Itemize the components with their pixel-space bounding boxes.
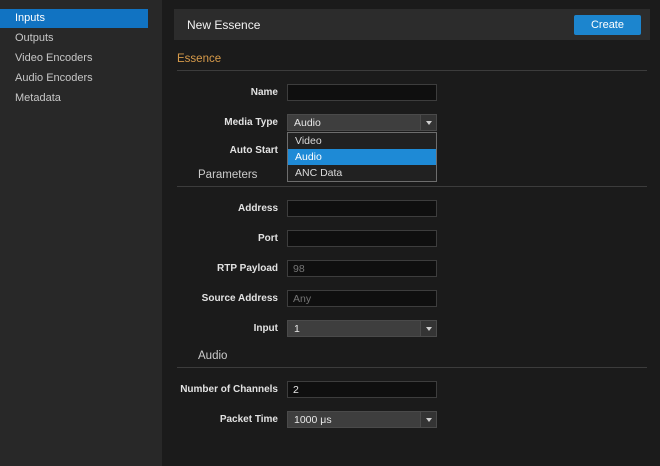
sidebar: Inputs Outputs Video Encoders Audio Enco… [0, 0, 162, 466]
form-row-port: Port [177, 230, 647, 247]
page-header: New Essence Create [174, 9, 650, 40]
input-select-wrap: 1 [287, 320, 437, 337]
auto-start-label: Auto Start [177, 145, 278, 156]
app-window: Inputs Outputs Video Encoders Audio Enco… [0, 0, 660, 466]
page-title: New Essence [187, 18, 260, 32]
menu-item-audio[interactable]: Audio [288, 149, 436, 165]
sidebar-item-inputs[interactable]: Inputs [0, 9, 148, 28]
form-row-source-address: Source Address [177, 290, 647, 307]
section-title-essence: Essence [177, 53, 647, 71]
address-label: Address [177, 203, 278, 214]
form-row-channels: Number of Channels [177, 381, 647, 398]
media-type-select[interactable]: Audio [287, 114, 437, 131]
main-panel: New Essence Create Essence Name Media Ty… [162, 0, 660, 466]
address-input[interactable] [287, 200, 437, 217]
sidebar-item-video-encoders[interactable]: Video Encoders [0, 49, 148, 68]
chevron-down-icon [420, 321, 436, 336]
media-type-label: Media Type [177, 117, 278, 128]
name-input[interactable] [287, 84, 437, 101]
form-row-input: Input 1 [177, 320, 647, 337]
form-row-address: Address [177, 200, 647, 217]
source-address-label: Source Address [177, 293, 278, 304]
name-label: Name [177, 87, 278, 98]
input-label: Input [177, 323, 278, 334]
sidebar-item-outputs[interactable]: Outputs [0, 29, 148, 48]
input-select[interactable]: 1 [287, 320, 437, 337]
media-type-select-wrap: Audio Video Audio ANC Data [287, 114, 437, 131]
port-label: Port [177, 233, 278, 244]
packet-time-value: 1000 μs [294, 414, 332, 426]
section-title-audio: Audio [177, 350, 647, 368]
form-row-packet-time: Packet Time 1000 μs [177, 411, 647, 428]
sidebar-item-metadata[interactable]: Metadata [0, 89, 148, 108]
form-row-media-type: Media Type Audio Video Audio ANC Data [177, 114, 647, 131]
channels-input[interactable] [287, 381, 437, 398]
port-input[interactable] [287, 230, 437, 247]
menu-item-anc-data[interactable]: ANC Data [288, 165, 436, 181]
form-content: Essence Name Media Type Audio Video Audi… [174, 53, 650, 428]
form-row-name: Name [177, 84, 647, 101]
create-button[interactable]: Create [574, 15, 641, 35]
packet-time-label: Packet Time [177, 414, 278, 425]
channels-label: Number of Channels [177, 384, 278, 395]
menu-item-video[interactable]: Video [288, 133, 436, 149]
rtp-payload-label: RTP Payload [177, 263, 278, 274]
media-type-dropdown-menu: Video Audio ANC Data [287, 132, 437, 182]
source-address-input[interactable] [287, 290, 437, 307]
chevron-down-icon [420, 412, 436, 427]
sidebar-item-audio-encoders[interactable]: Audio Encoders [0, 69, 148, 88]
media-type-value: Audio [294, 117, 321, 129]
chevron-down-icon [420, 115, 436, 130]
rtp-payload-input[interactable] [287, 260, 437, 277]
form-row-rtp-payload: RTP Payload [177, 260, 647, 277]
input-value: 1 [294, 323, 300, 335]
packet-time-select-wrap: 1000 μs [287, 411, 437, 428]
packet-time-select[interactable]: 1000 μs [287, 411, 437, 428]
